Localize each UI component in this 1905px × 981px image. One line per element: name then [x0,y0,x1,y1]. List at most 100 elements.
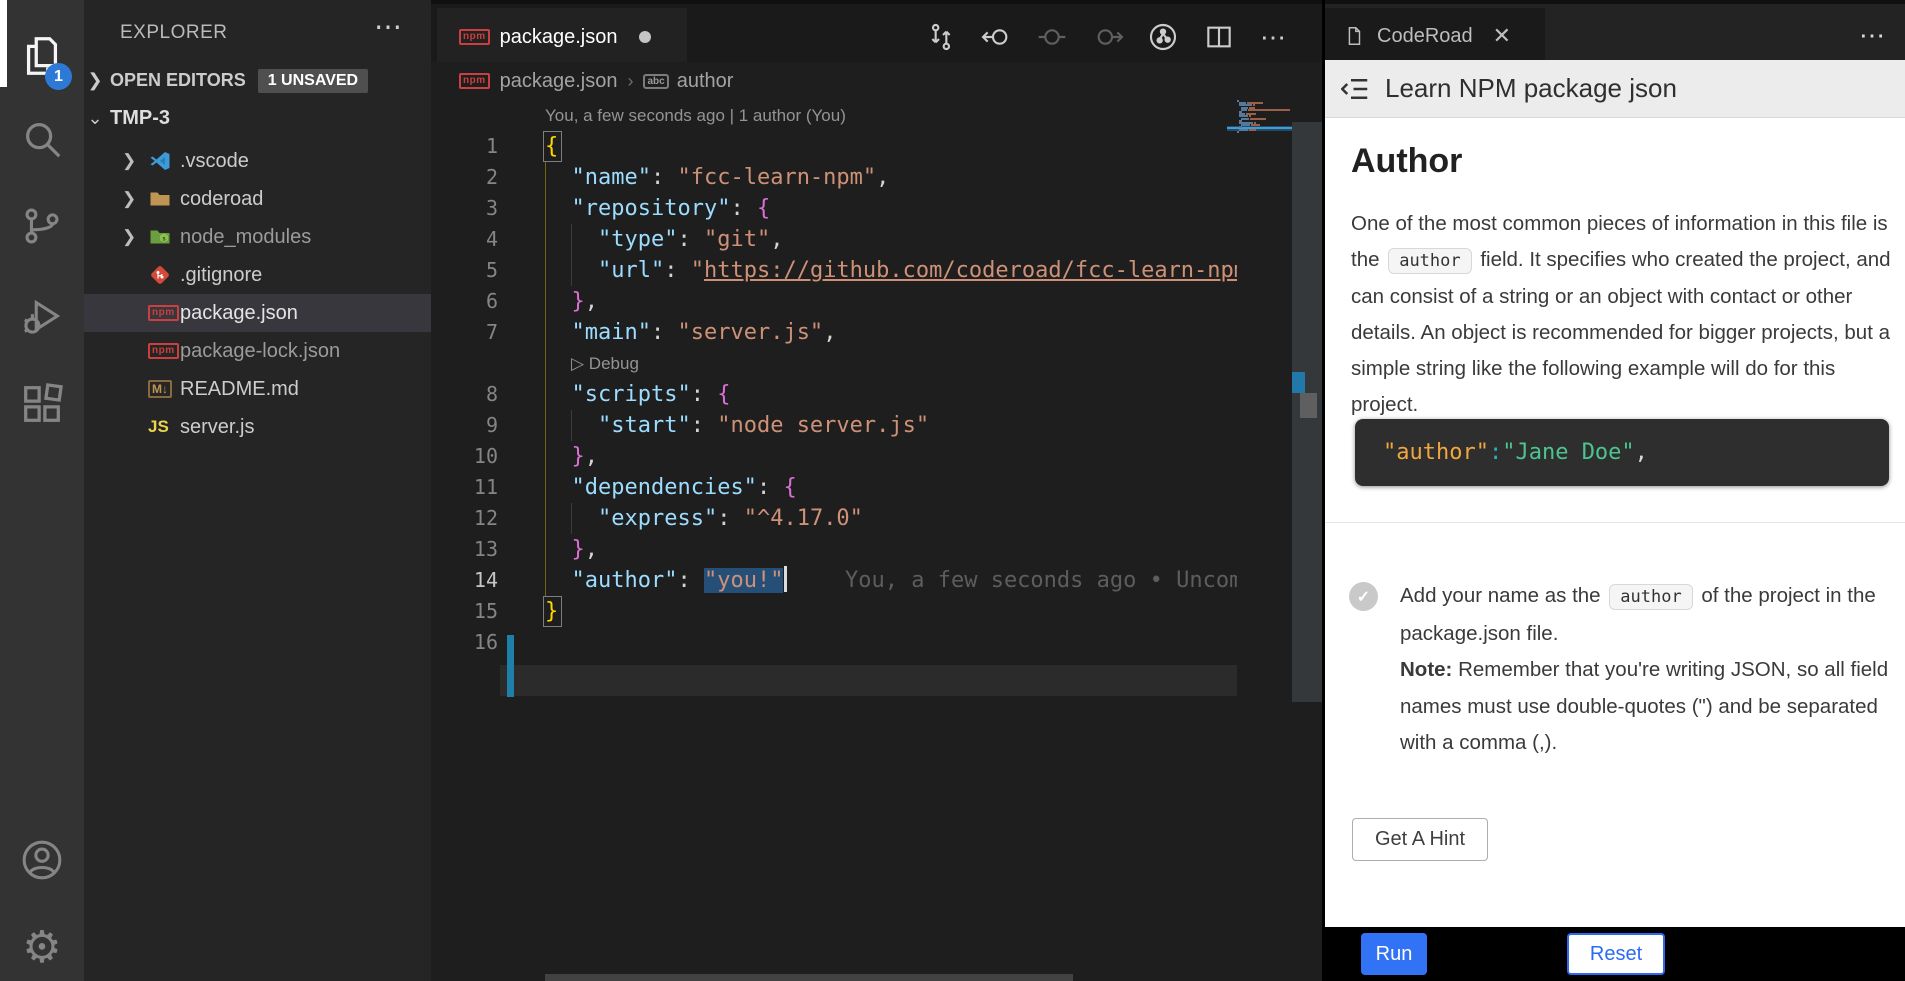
tree-item-server-js[interactable]: JSserver.js [84,408,431,446]
open-changes-icon[interactable] [921,17,961,57]
editor-tab-strip: npm package.json ⋯ [431,0,1325,62]
panel-more-actions-icon[interactable]: ⋯ [1859,20,1887,51]
code-line-1[interactable]: 1{ [431,131,1237,162]
chevron-down-icon[interactable]: ⌄ [84,108,106,129]
npm-icon: npm [148,305,180,321]
npm-folder-icon: s [148,225,180,249]
window-edge-sliver [0,0,7,87]
minimap-line [1250,118,1266,120]
activity-explorer-files-icon[interactable]: 1 [0,12,84,100]
lesson-title: Learn NPM package json [1385,73,1677,104]
open-editors-header[interactable]: ❯ OPEN EDITORS 1 UNSAVED [84,62,431,99]
explorer-more-actions-icon[interactable]: ⋯ [374,10,402,43]
section-paragraph: One of the most common pieces of informa… [1351,206,1897,423]
tree-item-README-md[interactable]: M↓README.md [84,370,431,408]
code-line-5[interactable]: 5"url": "https://github.com/coderoad/fcc… [431,255,1237,286]
current-change-icon[interactable] [1032,17,1072,57]
codelens-debug[interactable]: ▷ Debug [571,348,639,379]
split-editor-icon[interactable] [1199,17,1239,57]
minimap[interactable] [1237,98,1291,218]
inline-code-chip: author [1609,584,1692,610]
code-line-4[interactable]: 4"type": "git", [431,224,1237,255]
panel-bottom-bar: Run Reset [1325,927,1905,981]
line-number: 13 [431,534,498,565]
previous-change-icon[interactable] [977,17,1017,57]
tree-item--vscode[interactable]: ❯.vscode [84,142,431,180]
code-line-12[interactable]: 12"express": "^4.17.0" [431,503,1237,534]
modified-gutter-bar [507,635,514,697]
line-number: 5 [431,255,498,286]
get-hint-button[interactable]: Get A Hint [1352,818,1488,861]
tree-item-node-modules[interactable]: ❯snode_modules [84,218,431,256]
breadcrumb[interactable]: npm package.json › abc author [431,62,1325,100]
js-icon: JS [148,417,180,437]
code-line-3[interactable]: 3"repository": { [431,193,1237,224]
tab-label: package.json [500,26,618,49]
minimap-line [1251,124,1260,126]
modified-dot-icon[interactable] [639,31,651,43]
code-line-2[interactable]: 2"name": "fcc-learn-npm", [431,162,1237,193]
line-number: 3 [431,193,498,224]
chevron-right-icon: ❯ [122,189,148,209]
code-line-8[interactable]: 8"scripts": { [431,379,1237,410]
codelens-authors[interactable]: You, a few seconds ago | 1 author (You) [545,100,846,131]
tab-package-json[interactable]: npm package.json [437,8,687,66]
activity-extensions-extensions-icon[interactable] [0,360,84,448]
code-line-14[interactable]: 14"author": "you!"You, a few seconds ago… [431,565,1237,596]
line-number: 9 [431,410,498,441]
code-line-6[interactable]: 6}, [431,286,1237,317]
code-line-13[interactable]: 13}, [431,534,1237,565]
minimap-line [1248,109,1290,111]
code-text: } [545,596,558,627]
example-code-block: "author": "Jane Doe", [1355,419,1889,486]
tree-item-label: node_modules [180,226,311,249]
code-line-7[interactable]: 7"main": "server.js", [431,317,1237,348]
line-number: 6 [431,286,498,317]
tree-item-package-json[interactable]: npmpackage.json [84,294,431,332]
reset-button[interactable]: Reset [1567,933,1665,975]
minimap-line [1239,129,1248,131]
code-line-11[interactable]: 11"dependencies": { [431,472,1237,503]
vscode-window: 1⚙ EXPLORER ⋯ ❯ OPEN EDITORS 1 UNSAVED ⌄… [0,0,1905,981]
editor-scrollbar[interactable] [1292,62,1322,981]
tree-item-package-lock-json[interactable]: npmpackage-lock.json [84,332,431,370]
line-number: 16 [431,627,498,658]
more-actions-icon[interactable]: ⋯ [1254,17,1294,57]
timeline-icon[interactable] [1143,17,1183,57]
run-button[interactable]: Run [1361,933,1427,975]
horizontal-scrollbar[interactable] [545,974,1073,981]
panel-tab-label: CodeRoad [1377,25,1473,48]
code-text: { [545,131,558,162]
activity-settings-gear-icon[interactable]: ⚙ [0,904,84,981]
code-text: "start": "node server.js" [545,410,929,441]
activity-run-debug-run-debug-icon[interactable] [0,272,84,360]
tree-item--gitignore[interactable]: .gitignore [84,256,431,294]
tab-coderoad[interactable]: CodeRoad ✕ [1325,8,1545,64]
code-line-16[interactable]: 16 [431,627,1237,658]
tree-item-label: coderoad [180,188,263,211]
close-icon[interactable]: ✕ [1493,23,1511,49]
tree-item-label: package-lock.json [180,340,340,363]
code-line-15[interactable]: 15} [431,596,1237,627]
coderoad-panel: CodeRoad ✕ ⋯ Learn NPM package json Auth… [1325,0,1905,981]
activity-account-account-icon[interactable] [0,816,84,904]
next-change-icon[interactable] [1088,17,1128,57]
root-folder-header[interactable]: ⌄ TMP-3 [84,100,431,137]
code-line-10[interactable]: 10}, [431,441,1237,472]
breadcrumb-file[interactable]: package.json [500,70,618,93]
minimap-line [1241,118,1249,120]
code-editor[interactable]: You, a few seconds ago | 1 author (You)1… [431,100,1325,981]
chevron-right-icon[interactable]: ❯ [84,70,106,91]
breadcrumb-symbol[interactable]: author [677,70,734,93]
back-to-list-icon[interactable] [1341,74,1371,104]
code-text: }, [545,441,598,472]
line-number: 2 [431,162,498,193]
tree-item-coderoad[interactable]: ❯ coderoad [84,180,431,218]
code-line-9[interactable]: 9 "start": "node server.js" [431,410,1237,441]
activity-search-search-icon[interactable] [0,95,84,183]
activity-source-control-source-control-icon[interactable] [0,182,84,270]
svg-text:s: s [162,236,166,243]
root-folder-label: TMP-3 [110,107,170,130]
divider [1325,522,1905,523]
minimap-line [1237,131,1239,133]
